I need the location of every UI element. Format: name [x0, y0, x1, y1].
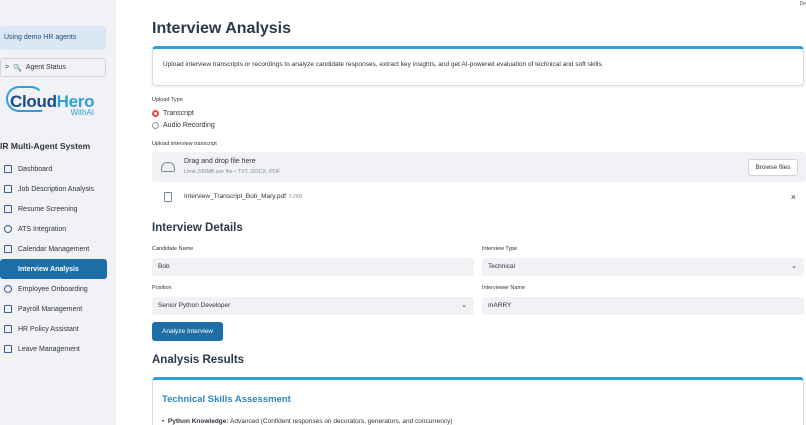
chevron-down-icon: ⌄ [791, 263, 797, 270]
gear-icon [4, 225, 12, 233]
page-title: Interview Analysis [152, 20, 292, 37]
radio-selected-icon [152, 110, 159, 117]
browse-files-button[interactable]: Browse files [748, 159, 798, 176]
resume-icon [4, 205, 12, 213]
interview-icon [4, 265, 12, 273]
technical-skills-card: Technical Skills Assessment • Python Kno… [152, 377, 804, 425]
demo-notice: Using demo HR agents [0, 26, 106, 50]
sidebar-item-label: Dashboard [18, 165, 53, 173]
interview-type-label: Interview Type [482, 246, 518, 252]
radio-transcript[interactable]: Transcript [152, 110, 194, 117]
file-name: Interview_Transcript_Bob_Mary.pdf [184, 193, 286, 200]
sidebar-item-leave-management[interactable]: Leave Management [0, 339, 107, 359]
sidebar-item-calendar-management[interactable]: Calendar Management [0, 239, 107, 259]
file-icon [164, 192, 172, 202]
chevron-right-icon: > [5, 64, 10, 71]
upload-label: Upload interview transcript [152, 141, 217, 147]
home-icon [4, 165, 12, 173]
agent-status-label: Agent Status [25, 64, 66, 71]
sidebar-item-label: Payroll Management [18, 305, 83, 313]
analysis-results-heading: Analysis Results [152, 354, 245, 366]
bullet-value: Advanced (Confident responses on decorat… [228, 418, 453, 425]
sidebar-item-label: Calendar Management [18, 245, 90, 253]
sidebar-item-label: Leave Management [18, 345, 80, 353]
sidebar-item-dashboard[interactable]: Dashboard [0, 159, 107, 179]
sidebar-item-label: Employee Onboarding [18, 285, 88, 293]
sidebar-item-label: Job Description Analysis [18, 185, 94, 193]
logo-text-withai: WithAI [70, 108, 94, 117]
sidebar-item-employee-onboarding[interactable]: Employee Onboarding [0, 279, 107, 299]
agent-status-expander[interactable]: > 🔍 Agent Status [0, 58, 106, 77]
calendar-leave-icon [4, 345, 12, 353]
sidebar-item-label: Interview Analysis [18, 265, 79, 273]
intro-card: Upload interview transcripts or recordin… [152, 46, 804, 86]
sidebar-item-payroll-management[interactable]: Payroll Management [0, 299, 107, 319]
radio-unselected-icon [152, 122, 159, 129]
upload-type-label: Upload Type [152, 97, 183, 103]
sidebar-item-label: Resume Screening [18, 205, 78, 213]
position-select[interactable]: Senior Python Developer ⌄ [152, 297, 474, 315]
bullet-key: Python Knowledge: [167, 418, 229, 425]
close-icon[interactable]: × [791, 192, 796, 202]
interviewer-name-input[interactable]: mARRY [482, 297, 804, 315]
calendar-icon [4, 245, 12, 253]
main-content: Interview Analysis Upload interview tran… [152, 0, 806, 425]
candidate-name-input[interactable]: Bob [152, 258, 474, 276]
position-value: Senior Python Developer [158, 302, 231, 309]
sidebar-item-job-description-analysis[interactable]: Job Description Analysis [0, 179, 107, 199]
radio-audio-recording[interactable]: Audio Recording [152, 122, 215, 129]
payroll-icon [4, 305, 12, 313]
sidebar-item-resume-screening[interactable]: Resume Screening [0, 199, 107, 219]
sidebar-item-interview-analysis[interactable]: Interview Analysis [0, 259, 107, 279]
radio-transcript-label: Transcript [163, 110, 194, 117]
book-icon [4, 325, 12, 333]
logo-text-cloud: Cloud [10, 92, 57, 111]
position-label: Position [152, 285, 172, 291]
file-size: 3.2KB [288, 194, 303, 200]
sidebar: Using demo HR agents > 🔍 Agent Status Cl… [0, 0, 116, 425]
analyze-interview-button[interactable]: Analyze Interview [152, 322, 223, 341]
uploaded-file: Interview_Transcript_Bob_Mary.pdf 3.2KB × [152, 190, 806, 206]
user-add-icon [4, 285, 12, 293]
interviewer-name-label: Interviewer Name [482, 285, 526, 291]
document-icon [4, 185, 12, 193]
chevron-down-icon: ⌄ [461, 302, 467, 309]
list-item: • Python Knowledge: Advanced (Confident … [162, 418, 453, 425]
sidebar-item-label: ATS Integration [18, 225, 67, 233]
sidebar-nav: Dashboard Job Description Analysis Resum… [0, 159, 107, 359]
interview-type-value: Technical [488, 263, 516, 270]
system-title: IR Multi-Agent System [0, 141, 91, 151]
cloud-upload-icon [161, 162, 175, 172]
sidebar-item-label: HR Policy Assistant [18, 325, 79, 333]
radio-audio-label: Audio Recording [163, 122, 215, 129]
dropzone-title: Drag and drop file here [184, 158, 256, 165]
sidebar-item-hr-policy-assistant[interactable]: HR Policy Assistant [0, 319, 107, 339]
technical-skills-title: Technical Skills Assessment [162, 394, 291, 405]
file-dropzone[interactable]: Drag and drop file here Limit 200MB per … [152, 152, 806, 182]
interview-type-select[interactable]: Technical ⌄ [482, 258, 804, 276]
candidate-name-label: Candidate Name [152, 246, 194, 252]
interview-details-heading: Interview Details [152, 222, 243, 234]
magnifier-icon: 🔍 [13, 65, 22, 72]
dropzone-subtitle: Limit 200MB per file • TXT, DOCX, PDF [184, 169, 281, 175]
cloudhero-logo: CloudHero WithAI [6, 86, 94, 124]
sidebar-item-ats-integration[interactable]: ATS Integration [0, 219, 107, 239]
